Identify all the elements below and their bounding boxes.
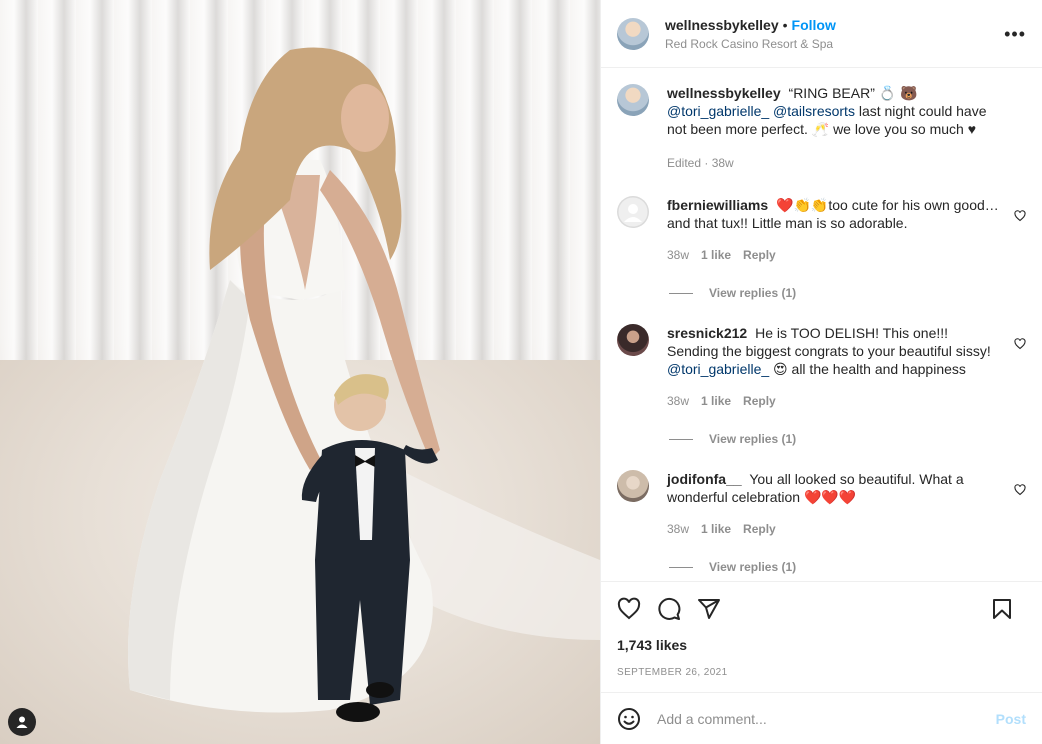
like-comment-icon[interactable] [1014, 210, 1026, 222]
mention-link[interactable]: @tori_gabrielle_ [667, 361, 769, 377]
edited-label: Edited · 38w [667, 156, 734, 170]
emoji-icon[interactable] [617, 707, 641, 731]
mention-link[interactable]: @tailsresorts [773, 103, 855, 119]
likes-count[interactable]: 1,743 likes [601, 637, 1042, 653]
post-photo[interactable] [0, 0, 600, 744]
post-viewer: wellnessbykelley • Follow Red Rock Casino … [0, 0, 1042, 744]
caption-text: “RING BEAR” 💍 🐻 [788, 85, 918, 101]
share-icon[interactable] [697, 597, 721, 621]
more-icon[interactable]: ••• [1004, 24, 1026, 45]
like-comment-icon[interactable] [1014, 338, 1026, 350]
avatar[interactable] [617, 196, 649, 228]
avatar[interactable] [617, 324, 649, 356]
like-comment-icon[interactable] [1014, 484, 1026, 496]
reply-button[interactable]: Reply [743, 392, 776, 410]
comments-list: wellnessbykelley “RING BEAR” 💍 🐻 @tori_g… [601, 68, 1042, 581]
view-replies-button[interactable]: View replies (1) [669, 432, 1026, 446]
heart-icon[interactable] [617, 597, 641, 621]
author-username[interactable]: wellnessbykelley [665, 17, 779, 33]
location-link[interactable]: Red Rock Casino Resort & Spa [665, 37, 836, 51]
avatar[interactable] [617, 17, 649, 50]
mention-link[interactable]: @tori_gabrielle_ [667, 103, 769, 119]
comment-username[interactable]: sresnick212 [667, 325, 747, 341]
follow-button[interactable]: Follow [792, 17, 836, 33]
bookmark-icon[interactable] [990, 597, 1014, 621]
post-header: wellnessbykelley • Follow Red Rock Casino … [601, 0, 1042, 68]
comment-username[interactable]: fberniewilliams [667, 197, 768, 213]
comment-likes[interactable]: 1 like [701, 246, 731, 264]
tagged-user-icon[interactable] [8, 708, 36, 736]
comment-composer: Post [601, 692, 1042, 744]
separator-dot: • [782, 16, 788, 33]
comment: sresnick212 He is TOO DELISH! This one!!… [617, 324, 1026, 410]
view-replies-button[interactable]: View replies (1) [669, 286, 1026, 300]
comment-meta: 38w 1 like Reply [667, 520, 1001, 538]
photo-subjects [128, 47, 600, 722]
comment-input[interactable] [657, 710, 996, 727]
comment-age[interactable]: 38w [667, 520, 689, 538]
comment: fberniewilliams ❤️👏👏too cute for his own… [617, 196, 1026, 264]
comment-age[interactable]: 38w [667, 392, 689, 410]
comment-text: 😍 all the health and happiness [773, 361, 966, 377]
post-date[interactable]: SEPTEMBER 26, 2021 [601, 667, 1042, 678]
comment-icon[interactable] [657, 597, 681, 621]
avatar[interactable] [617, 84, 649, 116]
post-details-panel: wellnessbykelley • Follow Red Rock Casino … [600, 0, 1042, 744]
avatar[interactable] [617, 470, 649, 502]
comment-age[interactable]: 38w [667, 246, 689, 264]
reply-button[interactable]: Reply [743, 246, 776, 264]
post-actions [601, 581, 1042, 635]
reply-button[interactable]: Reply [743, 520, 776, 538]
comment-username[interactable]: jodifonfa__ [667, 471, 742, 487]
caption-username[interactable]: wellnessbykelley [667, 85, 781, 101]
comment-likes[interactable]: 1 like [701, 392, 731, 410]
caption: wellnessbykelley “RING BEAR” 💍 🐻 @tori_g… [617, 84, 1026, 172]
post-button[interactable]: Post [996, 711, 1026, 727]
view-replies-button[interactable]: View replies (1) [669, 560, 1026, 574]
comment-likes[interactable]: 1 like [701, 520, 731, 538]
comment-meta: 38w 1 like Reply [667, 392, 1001, 410]
caption-meta: Edited · 38w [667, 154, 1001, 172]
comment: jodifonfa__ You all looked so beautiful.… [617, 470, 1026, 538]
comment-meta: 38w 1 like Reply [667, 246, 1001, 264]
